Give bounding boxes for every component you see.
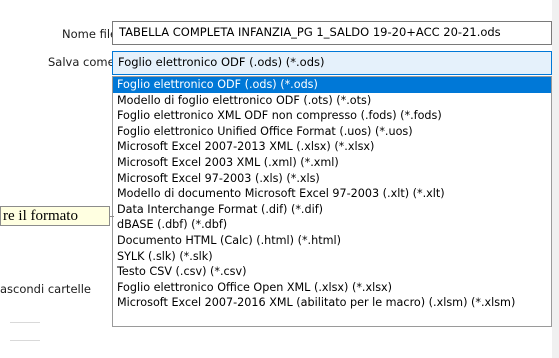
dropdown-option[interactable]: SYLK (.slk) (*.slk) (113, 249, 551, 265)
format-tooltip: re il formato (0, 206, 110, 226)
file-type-dropdown-list: Foglio elettronico ODF (.ods) (*.ods) Mod… (112, 76, 552, 327)
save-dialog: Nome file: TABELLA COMPLETA INFANZIA_PG … (0, 0, 559, 358)
divider (10, 322, 40, 323)
save-as-select[interactable]: Foglio elettronico ODF (.ods) (*.ods) (112, 51, 552, 75)
dropdown-option[interactable]: dBASE (.dbf) (*.dbf) (113, 217, 551, 233)
dropdown-option[interactable]: Foglio elettronico XML ODF non compresso… (113, 108, 551, 124)
dropdown-option[interactable]: Modello di foglio elettronico ODF (.ots)… (113, 93, 551, 109)
dropdown-option[interactable]: Modello di documento Microsoft Excel 97-… (113, 186, 551, 202)
dropdown-option[interactable]: Foglio elettronico Office Open XML (.xls… (113, 280, 551, 296)
dropdown-option[interactable]: Foglio elettronico Unified Office Format… (113, 124, 551, 140)
dropdown-option[interactable]: Documento HTML (Calc) (.html) (*.html) (113, 233, 551, 249)
dropdown-option[interactable]: Microsoft Excel 2007-2016 XML (abilitato… (113, 295, 551, 311)
dropdown-option[interactable]: Microsoft Excel 2003 XML (.xml) (*.xml) (113, 155, 551, 171)
save-as-label: Salva come: (48, 55, 119, 69)
dropdown-option[interactable]: Microsoft Excel 2007-2013 XML (.xlsx) (*… (113, 139, 551, 155)
hide-folders-button[interactable]: ascondi cartelle (0, 282, 91, 296)
dropdown-option[interactable]: Testo CSV (.csv) (*.csv) (113, 264, 551, 280)
dropdown-option[interactable]: Data Interchange Format (.dif) (*.dif) (113, 202, 551, 218)
divider (10, 340, 40, 341)
tooltip-connector (110, 216, 114, 217)
filename-input[interactable]: TABELLA COMPLETA INFANZIA_PG 1_SALDO 19-… (112, 21, 552, 45)
window-edge (552, 0, 559, 358)
dropdown-option[interactable]: Microsoft Excel 97-2003 (.xls) (*.xls) (113, 171, 551, 187)
dropdown-option[interactable]: Foglio elettronico ODF (.ods) (*.ods) (113, 77, 551, 93)
